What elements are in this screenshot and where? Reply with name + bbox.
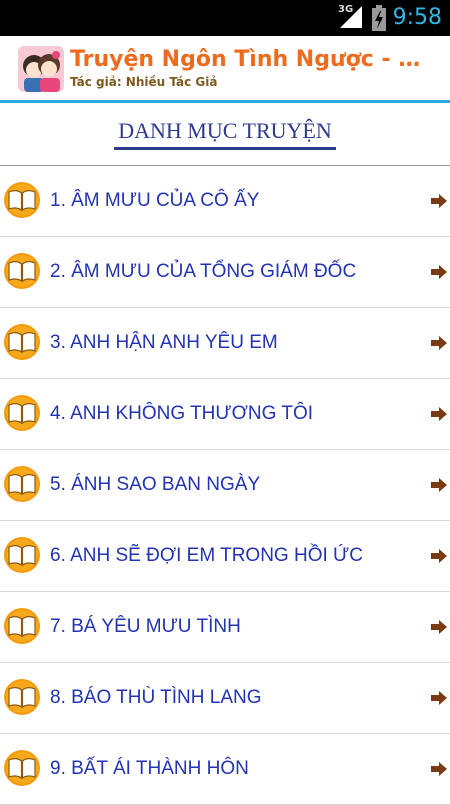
story-list-item[interactable]: 1. ÂM MƯU CỦA CÔ ẤY bbox=[0, 166, 450, 237]
open-book-icon bbox=[4, 537, 40, 573]
story-title: 6. ANH SẼ ĐỢI EM TRONG HỒI ỨC bbox=[50, 545, 363, 566]
open-book-icon bbox=[4, 750, 40, 786]
arrow-right-icon bbox=[431, 407, 447, 421]
open-book-icon bbox=[4, 395, 40, 431]
battery-charging-icon bbox=[372, 5, 386, 31]
story-title: 7. BÁ YÊU MƯU TÌNH bbox=[50, 616, 241, 637]
story-title: 3. ANH HẬN ANH YÊU EM bbox=[50, 332, 278, 353]
network-type-label: 3G bbox=[338, 4, 354, 15]
story-list-item[interactable]: 4. ANH KHÔNG THƯƠNG TÔI bbox=[0, 379, 450, 450]
story-title: 8. BÁO THÙ TÌNH LANG bbox=[50, 687, 262, 708]
story-list-item[interactable]: 6. ANH SẼ ĐỢI EM TRONG HỒI ỨC bbox=[0, 521, 450, 592]
arrow-right-icon bbox=[431, 762, 447, 776]
open-book-icon bbox=[4, 679, 40, 715]
status-bar: 3G 9:58 bbox=[0, 0, 450, 36]
story-list: 1. ÂM MƯU CỦA CÔ ẤY 2. ÂM MƯU CỦA TỔNG G… bbox=[0, 166, 450, 805]
story-title: 4. ANH KHÔNG THƯƠNG TÔI bbox=[50, 403, 314, 424]
arrow-right-icon bbox=[431, 691, 447, 705]
story-title: 9. BẤT ÁI THÀNH HÔN bbox=[50, 758, 249, 779]
story-list-item[interactable]: 3. ANH HẬN ANH YÊU EM bbox=[0, 308, 450, 379]
story-title: 5. ÁNH SAO BAN NGÀY bbox=[50, 474, 261, 495]
app-header: Truyện Ngôn Tình Ngược - Offl... Tác giả… bbox=[0, 36, 450, 100]
story-list-item[interactable]: 5. ÁNH SAO BAN NGÀY bbox=[0, 450, 450, 521]
app-author: Tác giả: Nhiều Tác Giả bbox=[70, 75, 218, 89]
arrow-right-icon bbox=[431, 336, 447, 350]
open-book-icon bbox=[4, 608, 40, 644]
story-title: 2. ÂM MƯU CỦA TỔNG GIÁM ĐỐC bbox=[50, 261, 357, 282]
open-book-icon bbox=[4, 253, 40, 289]
story-title: 1. ÂM MƯU CỦA CÔ ẤY bbox=[50, 190, 260, 211]
section-heading: DANH MỤC TRUYỆN bbox=[0, 103, 450, 165]
story-list-item[interactable]: 8. BÁO THÙ TÌNH LANG bbox=[0, 663, 450, 734]
open-book-icon bbox=[4, 182, 40, 218]
story-list-item[interactable]: 2. ÂM MƯU CỦA TỔNG GIÁM ĐỐC bbox=[0, 237, 450, 308]
couple-logo-icon[interactable] bbox=[18, 46, 64, 92]
arrow-right-icon bbox=[431, 194, 447, 208]
arrow-right-icon bbox=[431, 549, 447, 563]
arrow-right-icon bbox=[431, 265, 447, 279]
arrow-right-icon bbox=[431, 478, 447, 492]
arrow-right-icon bbox=[431, 620, 447, 634]
open-book-icon bbox=[4, 324, 40, 360]
story-list-item[interactable]: 9. BẤT ÁI THÀNH HÔN bbox=[0, 734, 450, 805]
open-book-icon bbox=[4, 466, 40, 502]
status-clock: 9:58 bbox=[392, 5, 442, 30]
app-title: Truyện Ngôn Tình Ngược - Offl... bbox=[70, 47, 438, 72]
section-heading-text: DANH MỤC TRUYỆN bbox=[114, 119, 336, 150]
story-list-item[interactable]: 7. BÁ YÊU MƯU TÌNH bbox=[0, 592, 450, 663]
